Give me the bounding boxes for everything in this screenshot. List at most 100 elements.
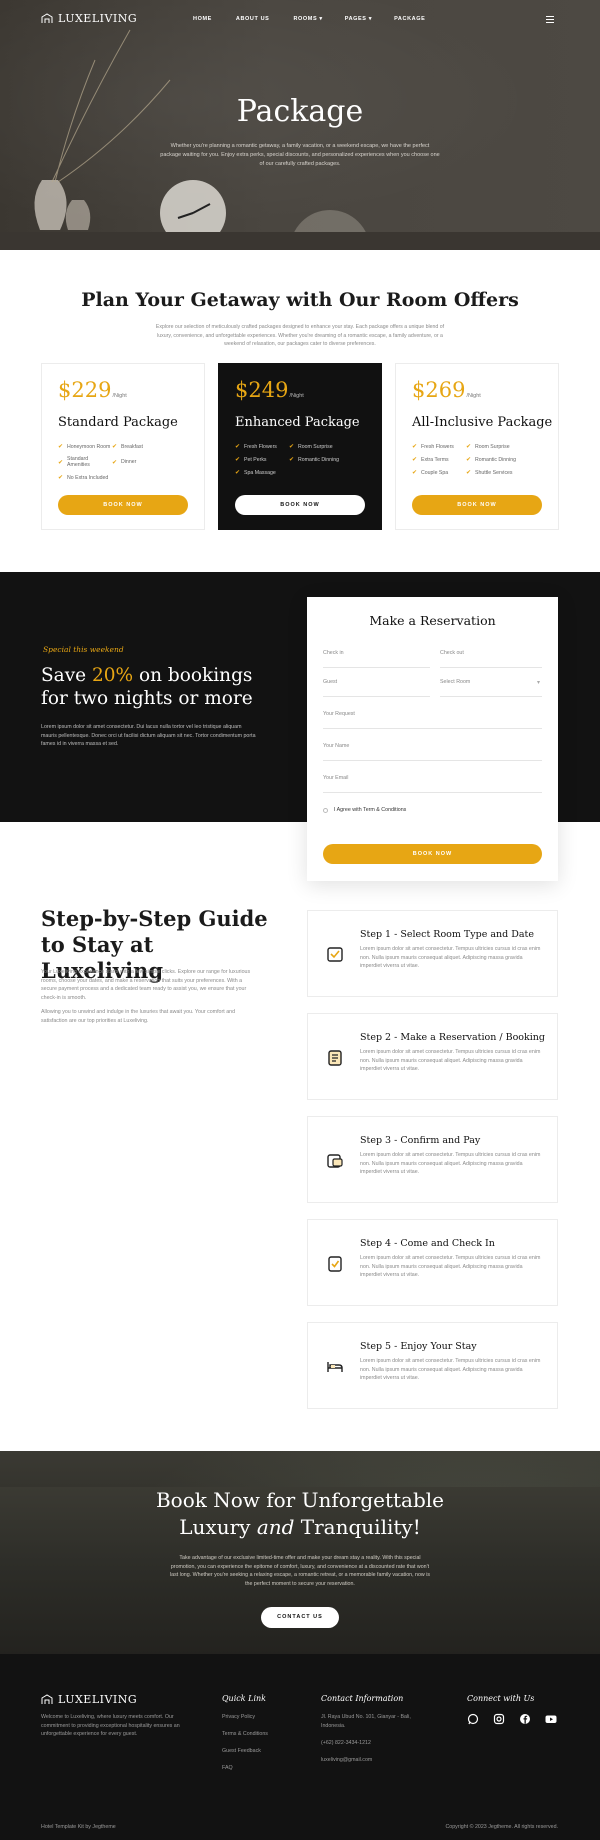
check-icon: ✔ bbox=[235, 444, 241, 450]
step-card-2: Step 2 - Make a Reservation / Booking Lo… bbox=[307, 1013, 558, 1100]
social-links bbox=[467, 1712, 557, 1725]
feature-label: No Extra Included bbox=[67, 474, 109, 481]
feature-item: ✔ Honeymoon Room bbox=[58, 443, 112, 451]
cta-heading-line1: Book Now for Unforgettable bbox=[155, 1488, 445, 1512]
guide-text-1: Your Luxeliving experience starts with a… bbox=[41, 969, 251, 1001]
facebook-icon[interactable] bbox=[519, 1712, 531, 1724]
clipboard-list-icon bbox=[328, 1050, 342, 1066]
package-card-standard: $229/Night Standard Package ✔ Honeymoon R… bbox=[41, 363, 205, 530]
check-icon: ✔ bbox=[289, 444, 295, 450]
contact-us-button[interactable]: CONTACT US bbox=[261, 1607, 339, 1628]
hero-section: LUXELIVING HOME ABOUT US ROOMS ▾ PAGES ▾… bbox=[0, 0, 600, 250]
terms-checkbox[interactable] bbox=[323, 807, 328, 813]
step-title: Step 3 - Confirm and Pay bbox=[360, 1135, 481, 1146]
payment-card-icon bbox=[327, 1154, 343, 1168]
package-card-enhanced: $249/Night Enhanced Package ✔ Fresh Flowe… bbox=[218, 363, 382, 530]
footer-brand-name: LUXELIVING bbox=[58, 1693, 138, 1706]
package-price: $269/Night bbox=[412, 378, 481, 402]
brand-logo[interactable]: LUXELIVING bbox=[41, 12, 137, 25]
feature-label: Honeymoon Room bbox=[67, 443, 111, 450]
feature-list: ✔ Fresh Flowers ✔ Room Surprise ✔ Pet Perks… bbox=[235, 443, 375, 482]
check-icon: ✔ bbox=[235, 457, 241, 463]
footer-copyright: Copyright © 2023 Jegtheme. All rights re… bbox=[445, 1824, 558, 1830]
price-value: $249 bbox=[235, 378, 289, 402]
guide-text-2: Allowing you to unwind and indulge in th… bbox=[41, 1009, 236, 1024]
price-unit: /Night bbox=[112, 393, 127, 399]
check-out-field[interactable]: Check out bbox=[440, 650, 542, 668]
cta-heading-line2-end: Tranquility! bbox=[294, 1515, 421, 1539]
cta-heading-italic: and bbox=[256, 1515, 295, 1539]
contact-title: Contact Information bbox=[321, 1694, 404, 1703]
select-room-dropdown[interactable]: Select Room ▾ bbox=[440, 679, 542, 697]
reservation-book-button[interactable]: BOOK NOW bbox=[323, 844, 542, 864]
clipboard-check-icon bbox=[328, 1256, 342, 1272]
footer-link-faq[interactable]: FAQ bbox=[222, 1765, 233, 1771]
instagram-icon[interactable] bbox=[493, 1712, 505, 1725]
feature-item: ✔ Fresh Flowers bbox=[412, 443, 466, 451]
step-title: Step 1 - Select Room Type and Date bbox=[360, 929, 534, 940]
check-icon: ✔ bbox=[466, 444, 472, 450]
book-now-button[interactable]: BOOK NOW bbox=[58, 495, 188, 515]
feature-label: Couple Spa bbox=[421, 469, 449, 476]
check-icon: ✔ bbox=[235, 470, 241, 476]
youtube-icon[interactable] bbox=[545, 1712, 557, 1724]
package-name: All-Inclusive Package bbox=[412, 415, 553, 430]
hamburger-menu-icon[interactable] bbox=[546, 16, 554, 25]
feature-label: Fresh Flowers bbox=[421, 443, 454, 450]
check-icon: ✔ bbox=[112, 444, 118, 450]
check-icon: ✔ bbox=[58, 475, 64, 481]
book-now-button[interactable]: BOOK NOW bbox=[412, 495, 542, 515]
nav-item-home[interactable]: HOME bbox=[193, 16, 212, 22]
package-price: $229/Night bbox=[58, 378, 127, 402]
check-icon: ✔ bbox=[289, 457, 295, 463]
feature-label: Romantic Dinning bbox=[475, 456, 516, 463]
footer-link-feedback[interactable]: Guest Feedback bbox=[222, 1748, 261, 1754]
feature-item: ✔ Room Surprise bbox=[466, 443, 536, 451]
step-text: Lorem ipsum dolor sit amet consectetur. … bbox=[360, 946, 541, 969]
footer-link-privacy[interactable]: Privacy Policy bbox=[222, 1714, 255, 1720]
feature-list: ✔ Fresh Flowers ✔ Room Surprise ✔ Extra Ter… bbox=[412, 443, 552, 482]
request-field[interactable]: Your Request bbox=[323, 711, 542, 729]
nav-item-package[interactable]: PACKAGE bbox=[394, 16, 425, 22]
terms-label: I Agree with Term & Conditions bbox=[334, 807, 407, 813]
feature-label: Pet Perks bbox=[244, 456, 267, 463]
house-logo-icon bbox=[41, 13, 53, 23]
check-in-field[interactable]: Check in bbox=[323, 650, 430, 668]
feature-item: ✔ No Extra Included bbox=[58, 474, 158, 482]
feature-label: Standard Amenities bbox=[67, 456, 90, 468]
check-icon: ✔ bbox=[58, 444, 64, 450]
feature-item: ✔ Couple Spa bbox=[412, 469, 466, 477]
step-card-3: Step 3 - Confirm and Pay Lorem ipsum dol… bbox=[307, 1116, 558, 1203]
reservation-form: Make a Reservation Check in Check out Gu… bbox=[307, 597, 558, 881]
book-now-button[interactable]: BOOK NOW bbox=[235, 495, 365, 515]
discount-highlight: 20% bbox=[91, 665, 134, 686]
check-icon: ✔ bbox=[466, 470, 472, 476]
guest-field[interactable]: Guest bbox=[323, 679, 430, 697]
check-icon: ✔ bbox=[112, 459, 118, 466]
step-text: Lorem ipsum dolor sit amet consectetur. … bbox=[360, 1049, 541, 1072]
feature-item: ✔ Extra Terms bbox=[412, 456, 466, 464]
whatsapp-icon[interactable] bbox=[467, 1712, 479, 1725]
nav-item-pages[interactable]: PAGES ▾ bbox=[345, 16, 372, 22]
feature-item: ✔ Shuttle Services bbox=[466, 469, 536, 477]
terms-checkbox-row: I Agree with Term & Conditions bbox=[323, 807, 406, 813]
feature-item: ✔ Breakfast bbox=[112, 443, 182, 451]
footer-logo[interactable]: LUXELIVING bbox=[41, 1693, 137, 1706]
check-icon: ✔ bbox=[412, 470, 418, 476]
feature-item: ✔ Pet Perks bbox=[235, 456, 289, 464]
nav-item-rooms[interactable]: ROOMS ▾ bbox=[293, 16, 322, 22]
feature-label: Room Surprise bbox=[475, 443, 510, 450]
brand-name: LUXELIVING bbox=[58, 12, 138, 25]
feature-item: ✔ Fresh Flowers bbox=[235, 443, 289, 451]
footer-link-terms[interactable]: Terms & Conditions bbox=[222, 1731, 268, 1737]
step-text: Lorem ipsum dolor sit amet consectetur. … bbox=[360, 1255, 541, 1278]
nav-item-about[interactable]: ABOUT US bbox=[236, 16, 270, 22]
page-title: Package bbox=[236, 94, 364, 129]
contact-phone[interactable]: (+62) 822-3434-1212 bbox=[321, 1739, 421, 1748]
feature-item: ✔ Spa Massage bbox=[235, 469, 335, 477]
name-field[interactable]: Your Name bbox=[323, 743, 542, 761]
email-field[interactable]: Your Email bbox=[323, 775, 542, 793]
contact-email[interactable]: luxeliving@gmail.com bbox=[321, 1756, 421, 1765]
special-tag: Special this weekend bbox=[43, 645, 124, 654]
quick-link-title: Quick Link bbox=[222, 1694, 267, 1703]
